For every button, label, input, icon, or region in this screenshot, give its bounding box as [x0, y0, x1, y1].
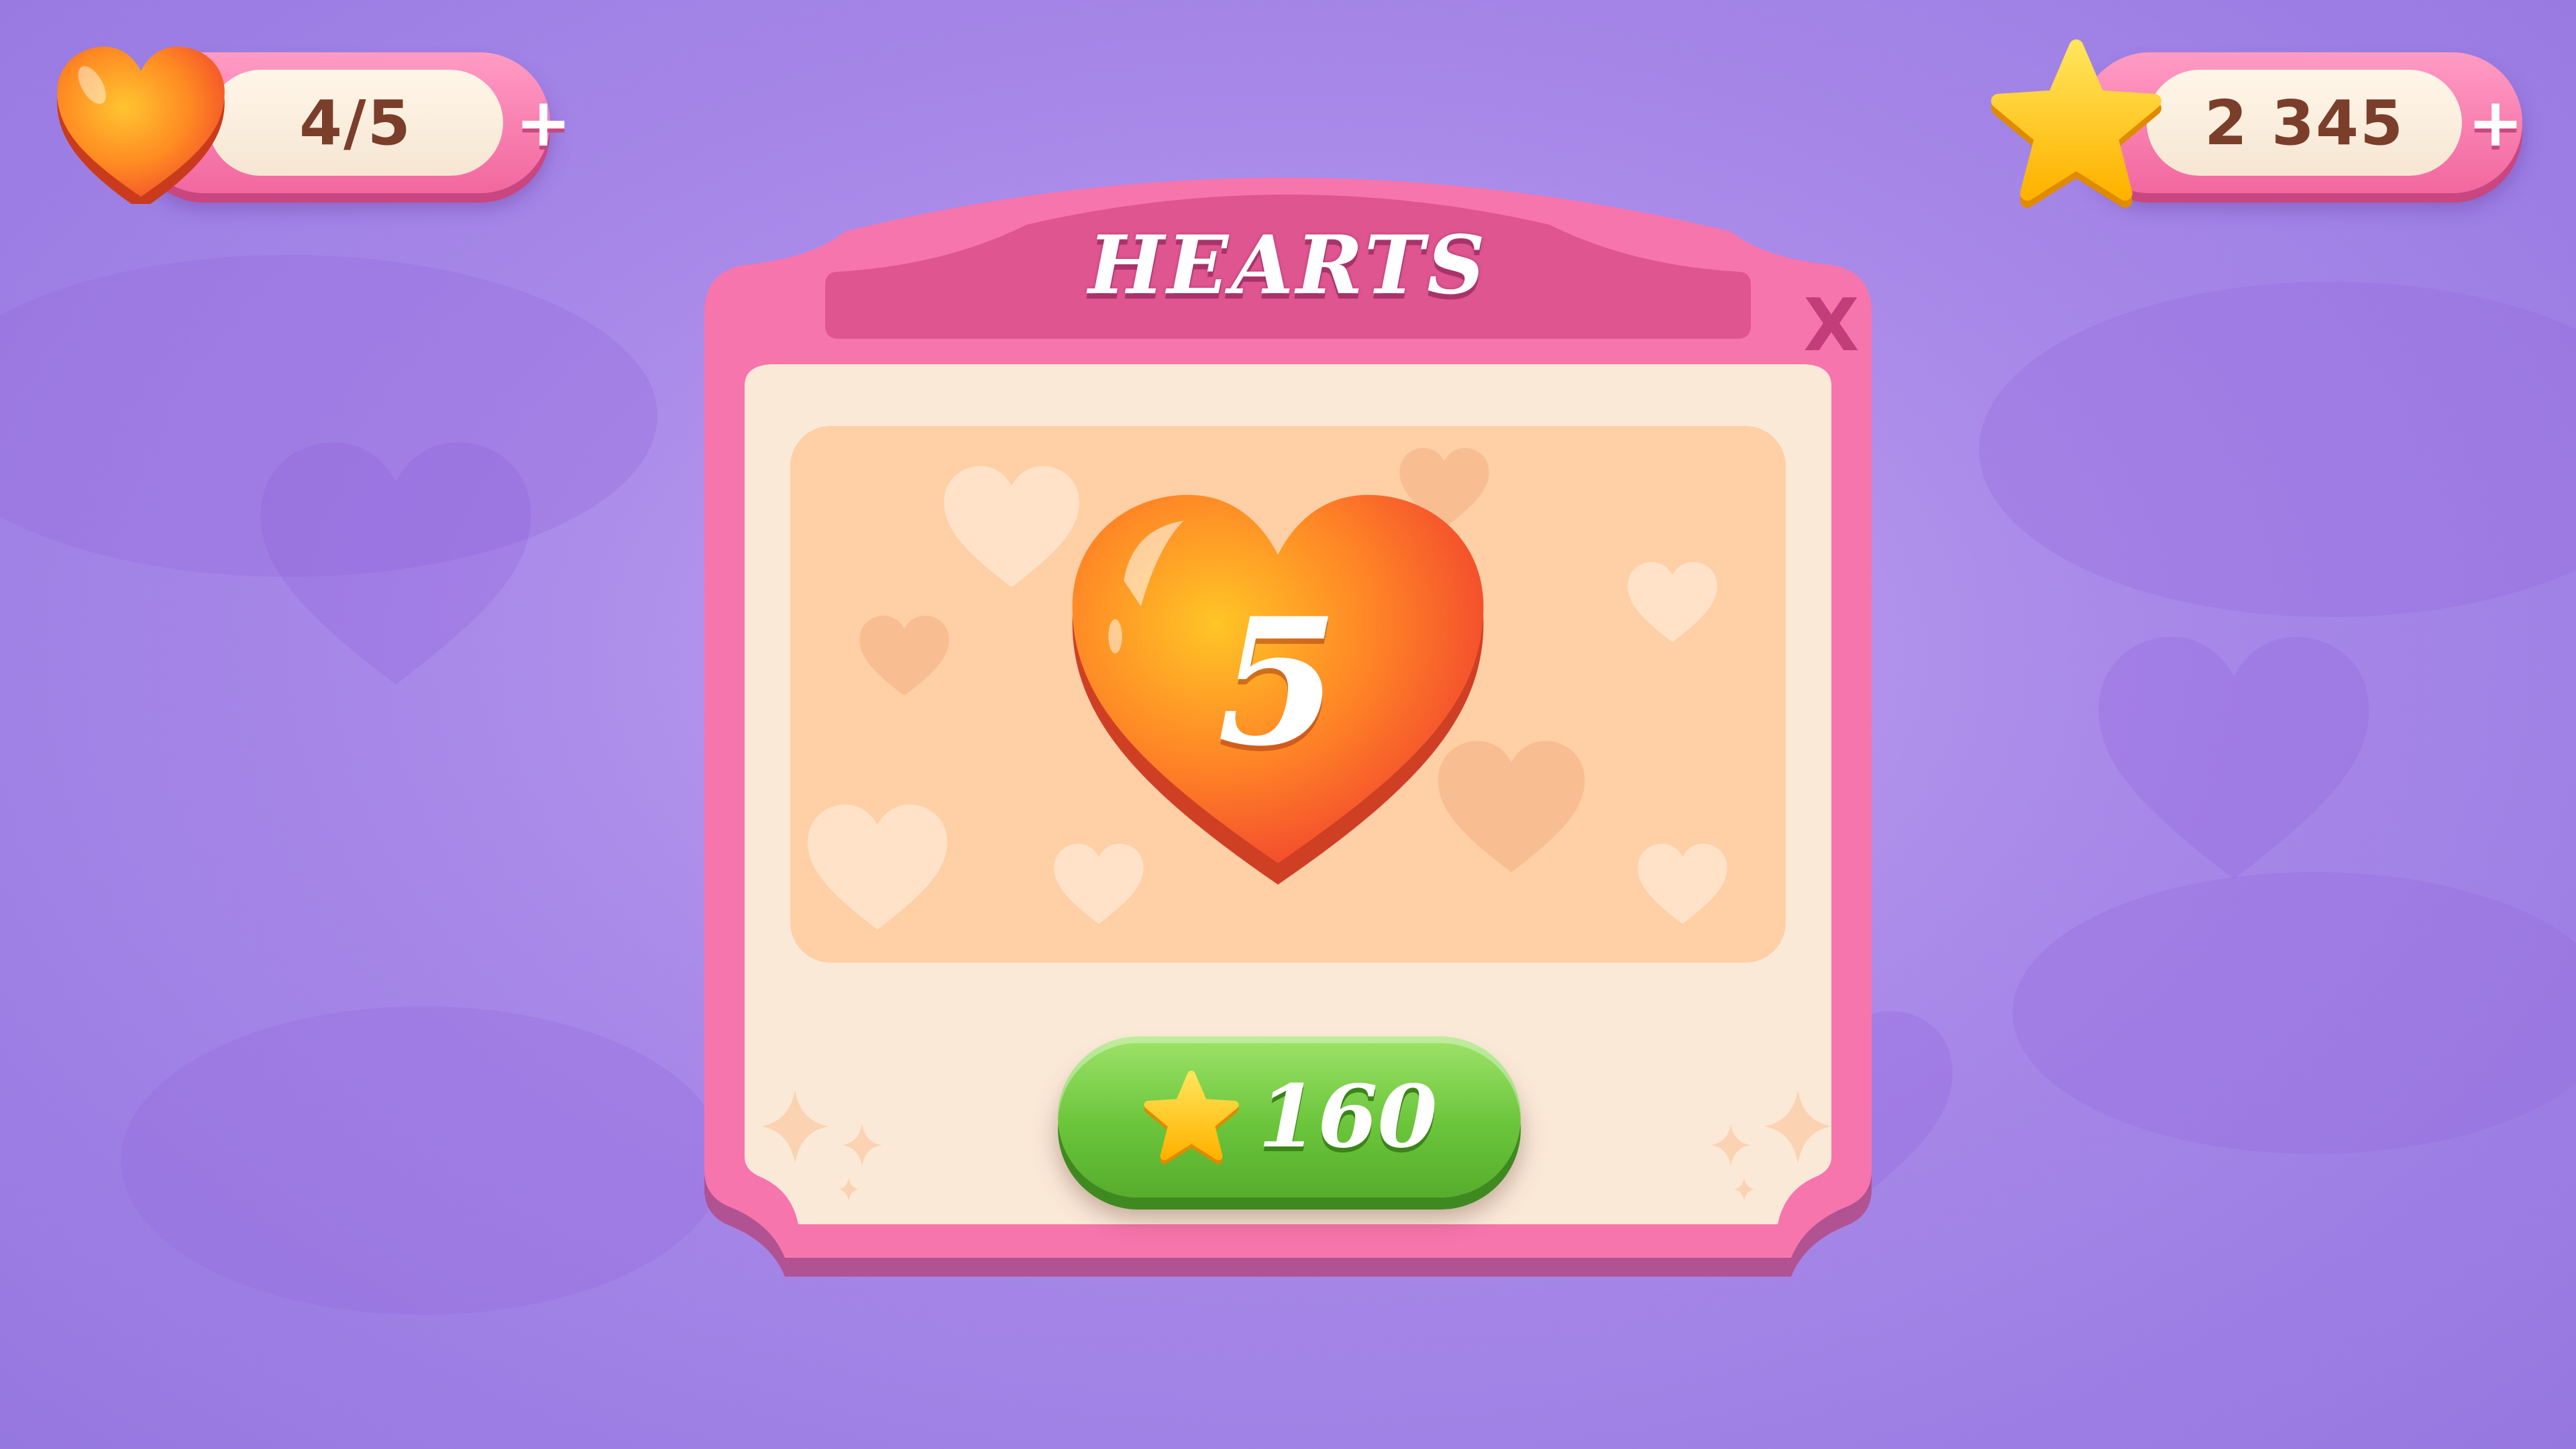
decorative-heart-icon [859, 615, 949, 696]
hearts-dialog: HEARTS X 5 160 [678, 151, 1898, 1291]
background-heart-icon [2098, 637, 2369, 879]
decorative-heart-icon [1627, 561, 1717, 643]
buy-price: 160 [1258, 1067, 1438, 1167]
add-stars-button[interactable]: + [2455, 75, 2536, 169]
decorative-heart-icon [944, 466, 1079, 588]
background-blob [121, 1006, 724, 1315]
star-icon [1144, 1071, 1239, 1165]
stars-counter: 2 345 + [1986, 39, 2524, 208]
background-blob [2012, 872, 2576, 1154]
reward-heart-count: 5 [1217, 580, 1339, 785]
sparkle-icon [761, 1090, 882, 1201]
star-icon [1991, 39, 2161, 208]
sparkle-icon [1711, 1090, 1831, 1201]
close-button[interactable]: X [1791, 284, 1872, 368]
lives-counter: 4/5 + [54, 46, 572, 204]
lives-value: 4/5 [208, 70, 503, 176]
dialog-title: HEARTS [1088, 218, 1488, 313]
background-blob [1979, 282, 2576, 617]
heart-icon [57, 46, 225, 204]
buy-hearts-button[interactable]: 160 [1058, 1036, 1521, 1197]
decorative-heart-icon [808, 804, 947, 930]
stars-value: 2 345 [2147, 70, 2462, 176]
background-heart-icon [260, 442, 531, 685]
add-lives-button[interactable]: + [503, 75, 584, 169]
decorative-heart-icon [1638, 843, 1727, 924]
